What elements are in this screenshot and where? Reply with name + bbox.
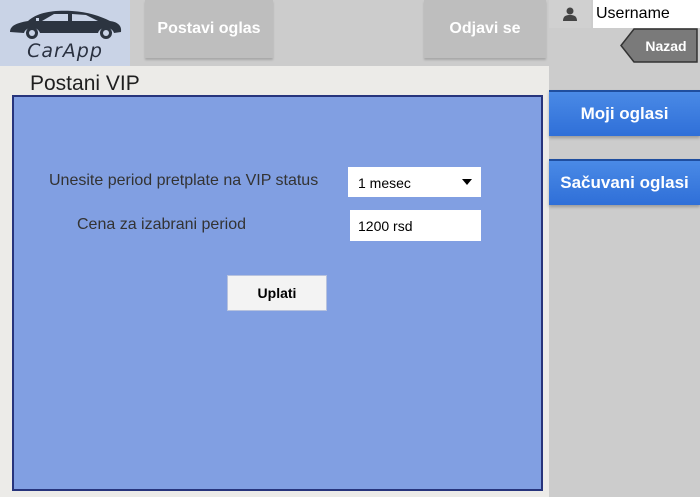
period-label: Unesite period pretplate na VIP status xyxy=(49,172,319,189)
back-button[interactable]: Nazad xyxy=(620,28,698,63)
logo-text: CarApp xyxy=(27,40,103,62)
sidebar-item-saved-ads[interactable]: Sačuvani oglasi xyxy=(549,159,700,205)
price-field: 1200 rsd xyxy=(350,210,481,241)
user-icon-cell xyxy=(549,0,591,28)
user-box: Username xyxy=(549,0,700,28)
car-icon xyxy=(10,10,122,39)
period-selected-value: 1 mesec xyxy=(358,175,411,191)
username-display: Username xyxy=(593,0,700,28)
app-logo[interactable]: CarApp xyxy=(0,0,130,66)
sidebar-item-my-ads[interactable]: Moji oglasi xyxy=(549,90,700,136)
period-select[interactable]: 1 mesec xyxy=(348,167,481,197)
post-ad-button[interactable]: Postavi oglas xyxy=(145,0,273,58)
page-title: Postani VIP xyxy=(30,72,140,95)
pay-button[interactable]: Uplati xyxy=(227,275,327,311)
logout-button[interactable]: Odjavi se xyxy=(424,0,546,58)
back-label: Nazad xyxy=(645,37,687,54)
user-icon xyxy=(563,7,577,21)
price-value: 1200 rsd xyxy=(358,218,413,234)
price-label: Cena za izabrani period xyxy=(77,216,246,233)
caret-down-icon xyxy=(462,179,472,185)
